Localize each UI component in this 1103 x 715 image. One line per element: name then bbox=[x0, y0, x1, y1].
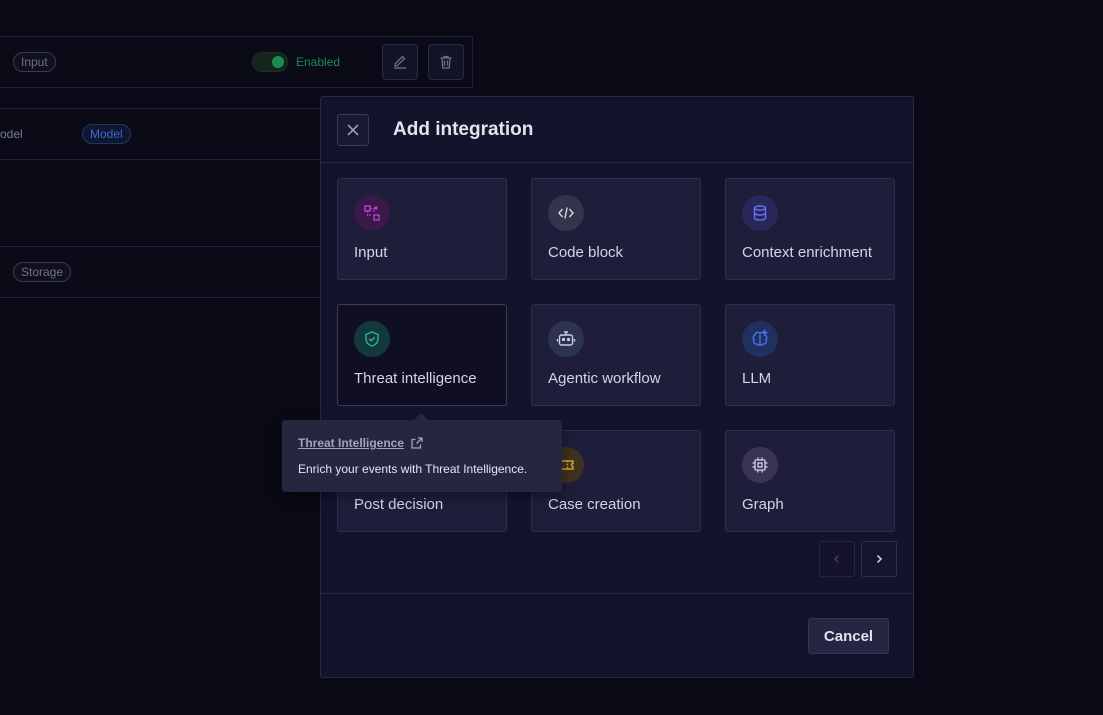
edit-button[interactable] bbox=[382, 44, 418, 80]
prev-page-button[interactable] bbox=[819, 541, 855, 577]
integration-row-input: Input Enabled bbox=[0, 36, 473, 88]
chevron-right-icon bbox=[876, 554, 883, 564]
status-text: Enabled bbox=[296, 55, 341, 69]
code-icon bbox=[548, 195, 584, 231]
brain-icon bbox=[742, 321, 778, 357]
chip-icon bbox=[742, 447, 778, 483]
close-icon bbox=[347, 123, 359, 136]
integration-row-storage: Storage bbox=[0, 246, 330, 298]
card-label: Threat intelligence bbox=[354, 370, 477, 387]
cancel-button[interactable]: Cancel bbox=[808, 618, 889, 654]
modal-title: Add integration bbox=[393, 118, 534, 140]
integration-card-llm[interactable]: LLM bbox=[725, 304, 895, 406]
modal-footer: Cancel bbox=[321, 593, 913, 678]
card-label: Context enrichment bbox=[742, 244, 873, 261]
card-label: Graph bbox=[742, 496, 784, 513]
database-icon bbox=[742, 195, 778, 231]
type-badge-storage: Storage bbox=[13, 262, 72, 282]
input-icon bbox=[354, 195, 390, 231]
enabled-toggle[interactable] bbox=[252, 52, 288, 72]
tooltip-title: Threat Intelligence bbox=[298, 436, 405, 450]
type-badge-input: Input bbox=[13, 52, 56, 72]
tooltip-description: Enrich your events with Threat Intellige… bbox=[298, 462, 528, 476]
integration-card-agentic-workflow[interactable]: Agentic workflow bbox=[531, 304, 701, 406]
tooltip-doc-link[interactable]: Threat Intelligence bbox=[298, 436, 424, 450]
row-label: odel bbox=[0, 127, 23, 141]
delete-button[interactable] bbox=[428, 44, 464, 80]
card-label: LLM bbox=[742, 370, 772, 387]
trash-icon bbox=[440, 55, 452, 69]
next-page-button[interactable] bbox=[861, 541, 897, 577]
type-badge-model: Model bbox=[82, 124, 131, 144]
external-link-icon bbox=[411, 437, 423, 449]
integration-card-graph[interactable]: Graph bbox=[725, 430, 895, 532]
card-label: Post decision bbox=[354, 496, 444, 513]
integration-row-model: odel Model bbox=[0, 108, 330, 160]
add-integration-modal: Add integration Input Code block Context… bbox=[320, 96, 914, 678]
integration-card-input[interactable]: Input bbox=[337, 178, 507, 280]
tooltip: Threat Intelligence Enrich your events w… bbox=[282, 413, 562, 492]
integration-card-code-block[interactable]: Code block bbox=[531, 178, 701, 280]
pencil-icon bbox=[394, 55, 406, 69]
card-label: Agentic workflow bbox=[548, 370, 661, 387]
close-button[interactable] bbox=[337, 113, 369, 146]
integration-card-threat-intelligence[interactable]: Threat intelligence bbox=[337, 304, 507, 406]
card-label: Case creation bbox=[548, 496, 641, 513]
card-label: Code block bbox=[548, 244, 624, 261]
robot-icon bbox=[548, 321, 584, 357]
chevron-left-icon bbox=[833, 554, 840, 564]
pagination bbox=[819, 541, 897, 577]
integration-card-context-enrichment[interactable]: Context enrichment bbox=[725, 178, 895, 280]
shield-check-icon bbox=[354, 321, 390, 357]
modal-header: Add integration bbox=[321, 97, 913, 163]
card-label: Input bbox=[354, 244, 388, 261]
